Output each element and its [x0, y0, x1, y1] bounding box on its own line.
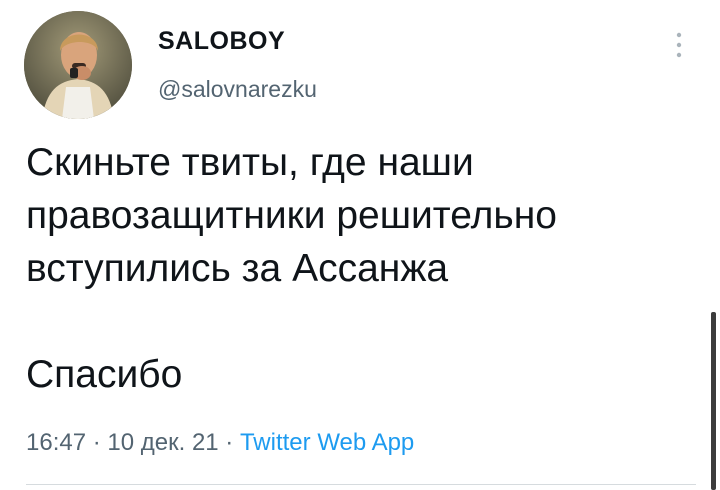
tweet-text-line: правозащитники решительно [26, 194, 557, 237]
tweet-meta: 16:47 · 10 дек. 21 · Twitter Web App [26, 429, 414, 457]
avatar[interactable] [24, 11, 132, 119]
divider [26, 484, 696, 485]
scrollbar[interactable] [711, 312, 716, 490]
tweet-text: Скиньте твиты, где наши правозащитники р… [26, 136, 686, 401]
author-handle[interactable]: @salovnarezku [158, 76, 317, 103]
tweet-card: SALOBOY @salovnarezku Скиньте твиты, где… [0, 0, 720, 490]
profile-photo-icon [24, 11, 132, 119]
more-options-icon[interactable] [668, 28, 690, 62]
meta-separator: · [218, 429, 240, 456]
tweet-source-link[interactable]: Twitter Web App [240, 429, 414, 456]
tweet-date[interactable]: 10 дек. 21 [107, 429, 218, 456]
tweet-time[interactable]: 16:47 [26, 429, 86, 456]
meta-separator: · [86, 429, 108, 456]
tweet-text-line: вступились за Ассанжа [26, 247, 449, 290]
tweet-text-closing: Спасибо [26, 353, 183, 396]
tweet-text-line: Скиньте твиты, где наши [26, 141, 474, 184]
author-display-name[interactable]: SALOBOY [158, 27, 285, 56]
